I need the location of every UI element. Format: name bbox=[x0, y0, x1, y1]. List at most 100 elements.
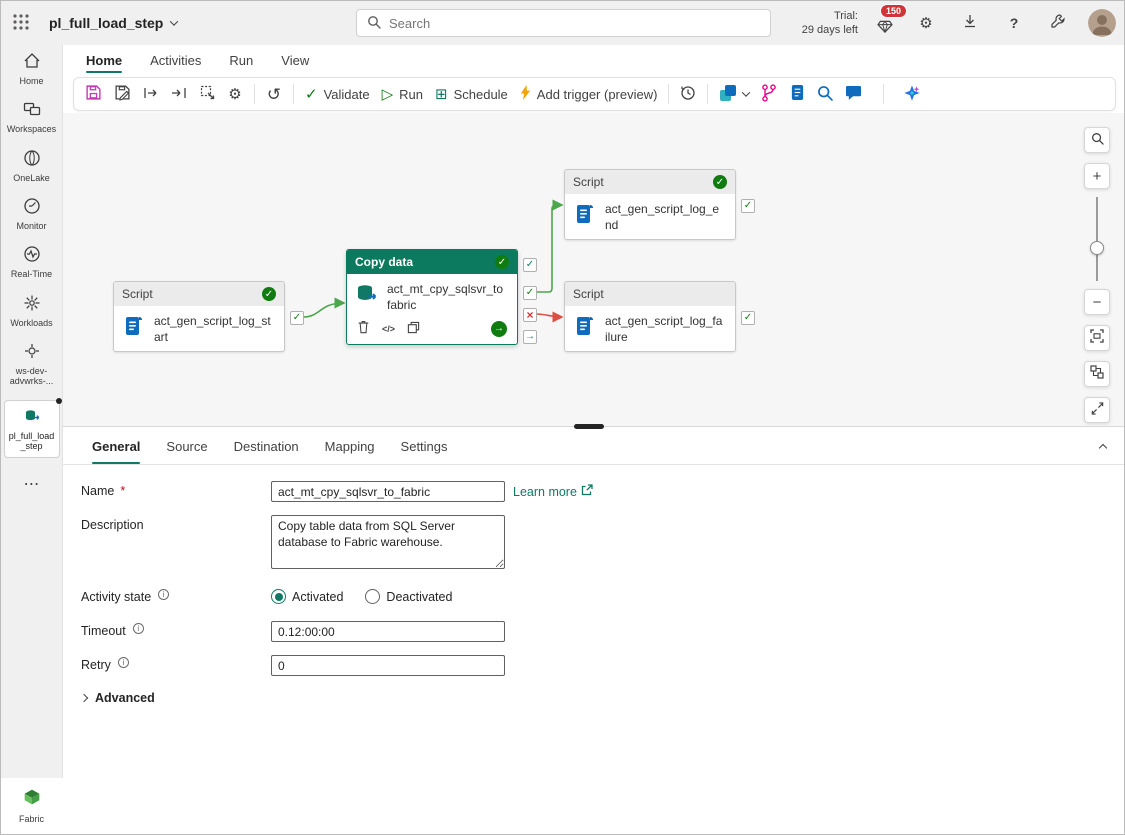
tab-view[interactable]: View bbox=[271, 48, 319, 75]
pipeline-settings-button[interactable]: ⚙ bbox=[222, 81, 248, 107]
schedule-button[interactable]: ⊞ Schedule bbox=[430, 81, 513, 107]
tab-general[interactable]: General bbox=[81, 431, 151, 464]
success-port[interactable]: ✓ bbox=[741, 199, 755, 213]
global-search[interactable] bbox=[356, 9, 771, 37]
plus-icon: + bbox=[1093, 168, 1102, 185]
tab-activities[interactable]: Activities bbox=[140, 48, 211, 75]
activity-node-copy-data[interactable]: Copy data ✓ act_mt_cpy_sqlsvr_to fabric … bbox=[346, 249, 518, 345]
code-view-button[interactable]: </> bbox=[382, 324, 395, 334]
add-next-activity-button[interactable]: → bbox=[491, 321, 507, 337]
node-name-label: act_mt_cpy_sqlsvr_to fabric bbox=[387, 282, 507, 313]
toolbar-separator bbox=[668, 84, 669, 104]
tools-button[interactable] bbox=[1044, 9, 1072, 37]
pipeline-title-menu[interactable]: pl_full_load_step bbox=[49, 15, 177, 31]
copy-data-assistant-button[interactable] bbox=[714, 81, 754, 107]
advanced-toggle[interactable]: Advanced bbox=[81, 691, 155, 705]
main-area: Home Activities Run View ⚙ ↺ bbox=[63, 45, 1124, 834]
notebook-button[interactable] bbox=[784, 81, 810, 107]
search-input[interactable] bbox=[389, 16, 760, 31]
tab-source[interactable]: Source bbox=[155, 431, 218, 464]
user-avatar[interactable] bbox=[1088, 9, 1116, 37]
activated-radio[interactable]: Activated bbox=[271, 589, 343, 604]
validate-button[interactable]: ✓ Validate bbox=[300, 81, 375, 107]
deactivated-radio[interactable]: Deactivated bbox=[365, 589, 452, 604]
on-fail-port[interactable]: × bbox=[523, 308, 537, 322]
info-icon[interactable]: i bbox=[158, 589, 169, 600]
sidebar-item-realtime[interactable]: Real-Time bbox=[1, 238, 63, 286]
download-button[interactable] bbox=[956, 9, 984, 37]
run-history-button[interactable] bbox=[675, 81, 701, 107]
sidebar-item-home[interactable]: Home bbox=[1, 45, 63, 93]
collapse-panel-button[interactable] bbox=[1100, 439, 1106, 454]
success-port[interactable]: ✓ bbox=[290, 311, 304, 325]
timeout-input[interactable] bbox=[271, 621, 505, 642]
zoom-out-button[interactable]: − bbox=[1084, 289, 1110, 315]
settings-button[interactable]: ⚙ bbox=[912, 9, 940, 37]
activity-node-script-start[interactable]: Script ✓ act_gen_script_log_start ✓ bbox=[113, 281, 285, 352]
browse-button[interactable] bbox=[812, 81, 838, 107]
delete-activity-button[interactable] bbox=[357, 320, 370, 337]
minus-icon: − bbox=[1093, 294, 1102, 311]
onelake-icon bbox=[23, 149, 41, 170]
copilot-button[interactable] bbox=[898, 81, 926, 107]
copy-data-activity-icon bbox=[355, 282, 379, 309]
workspaces-icon bbox=[23, 100, 41, 121]
activity-node-script-end[interactable]: Script ✓ act_gen_script_log_end ✓ bbox=[564, 169, 736, 240]
sidebar-item-workspaces[interactable]: Workspaces bbox=[1, 93, 63, 141]
success-port[interactable]: ✓ bbox=[741, 311, 755, 325]
unsaved-indicator-dot bbox=[56, 398, 62, 404]
tab-mapping[interactable]: Mapping bbox=[314, 431, 386, 464]
activity-node-script-failure[interactable]: Script act_gen_script_log_failure ✓ bbox=[564, 281, 736, 352]
name-field-row: Name* Learn more bbox=[81, 481, 593, 502]
export-button[interactable] bbox=[138, 81, 164, 107]
source-control-button[interactable] bbox=[756, 81, 782, 107]
zoom-slider-track[interactable] bbox=[1096, 197, 1098, 281]
import-button[interactable] bbox=[166, 81, 192, 107]
name-input[interactable] bbox=[271, 481, 505, 502]
save-as-button[interactable] bbox=[109, 81, 136, 107]
pipeline-canvas[interactable]: Script ✓ act_gen_script_log_start ✓ Copy… bbox=[63, 113, 1124, 427]
retry-input[interactable] bbox=[271, 655, 505, 676]
panel-tab-bar: General Source Destination Mapping Setti… bbox=[63, 427, 1124, 465]
sidebar-fabric-switcher[interactable]: Fabric bbox=[1, 778, 63, 834]
collapse-canvas-button[interactable] bbox=[1084, 397, 1110, 423]
tab-settings[interactable]: Settings bbox=[390, 431, 459, 464]
tab-run[interactable]: Run bbox=[219, 48, 263, 75]
description-input[interactable]: Copy table data from SQL Server database… bbox=[271, 515, 505, 569]
monitor-icon bbox=[23, 197, 41, 218]
topbar-right-cluster: Trial: 29 days left 150 ⚙ ? bbox=[802, 1, 1116, 45]
zoom-slider-handle[interactable] bbox=[1090, 241, 1104, 255]
add-trigger-button[interactable]: Add trigger (preview) bbox=[515, 81, 663, 107]
fit-to-screen-button[interactable] bbox=[1084, 325, 1110, 351]
undo-button[interactable]: ↺ bbox=[261, 81, 287, 107]
multi-select-button[interactable] bbox=[194, 81, 220, 107]
canvas-search-button[interactable] bbox=[1084, 127, 1110, 153]
duplicate-activity-button[interactable] bbox=[407, 321, 420, 337]
trial-button[interactable]: 150 bbox=[874, 10, 896, 36]
on-success-port[interactable]: ✓ bbox=[523, 286, 537, 300]
sidebar-item-workspace-current[interactable]: ws-dev-advwrks-... bbox=[1, 335, 63, 394]
tab-home[interactable]: Home bbox=[76, 48, 132, 75]
arrow-right-icon: → bbox=[525, 332, 535, 342]
activity-state-check[interactable]: ✓ bbox=[523, 258, 537, 272]
panel-resize-handle[interactable] bbox=[574, 424, 604, 429]
auto-align-button[interactable] bbox=[1084, 361, 1110, 387]
zoom-in-button[interactable]: + bbox=[1084, 163, 1110, 189]
save-button[interactable] bbox=[80, 81, 107, 107]
help-button[interactable]: ? bbox=[1000, 9, 1028, 37]
on-completion-port[interactable]: → bbox=[523, 330, 537, 344]
tab-destination[interactable]: Destination bbox=[223, 431, 310, 464]
app-launcher-button[interactable] bbox=[1, 1, 41, 45]
feedback-button[interactable] bbox=[840, 81, 867, 107]
info-icon[interactable]: i bbox=[118, 657, 129, 668]
sidebar-more-button[interactable]: ⋯ bbox=[24, 474, 40, 494]
learn-more-link[interactable]: Learn more bbox=[513, 481, 593, 499]
info-icon[interactable]: i bbox=[133, 623, 144, 634]
cross-icon: × bbox=[526, 309, 533, 321]
sidebar-item-workloads[interactable]: Workloads bbox=[1, 287, 63, 335]
sidebar-item-monitor[interactable]: Monitor bbox=[1, 190, 63, 238]
run-button[interactable]: ▷ Run bbox=[377, 81, 428, 107]
sidebar-item-pipeline-current[interactable]: pl_full_load_step bbox=[4, 400, 60, 459]
sidebar-item-onelake[interactable]: OneLake bbox=[1, 142, 63, 190]
fit-to-screen-icon bbox=[1090, 329, 1104, 347]
